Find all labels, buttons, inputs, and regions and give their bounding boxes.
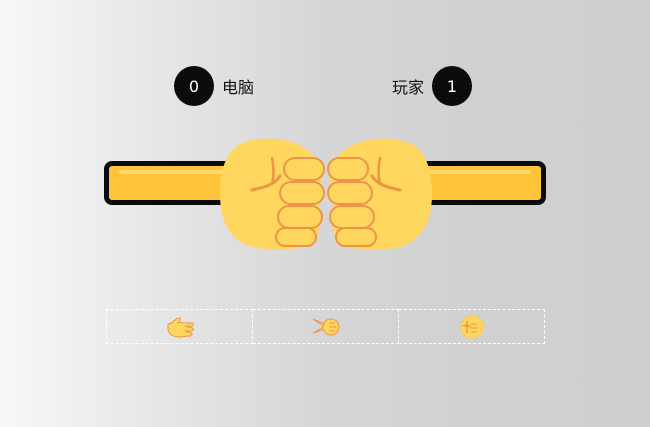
scissors-hand-icon bbox=[312, 318, 339, 335]
computer-fist-icon bbox=[220, 138, 325, 250]
player-score: 玩家 1 bbox=[392, 66, 473, 106]
player-score-label: 玩家 bbox=[392, 78, 425, 97]
choice-buttons bbox=[106, 309, 545, 344]
paper-button[interactable] bbox=[106, 309, 253, 344]
paper-hand-icon bbox=[167, 316, 194, 338]
computer-score-count: 0 bbox=[174, 66, 214, 106]
computer-score-label: 电脑 bbox=[222, 78, 255, 97]
rock-hand-icon bbox=[460, 315, 483, 338]
battle-arena bbox=[0, 128, 650, 258]
player-fist-icon bbox=[327, 138, 432, 250]
computer-score: 0 电脑 bbox=[174, 66, 254, 106]
scissors-button[interactable] bbox=[253, 309, 399, 344]
rock-button[interactable] bbox=[399, 309, 545, 344]
player-score-count: 1 bbox=[432, 66, 473, 106]
